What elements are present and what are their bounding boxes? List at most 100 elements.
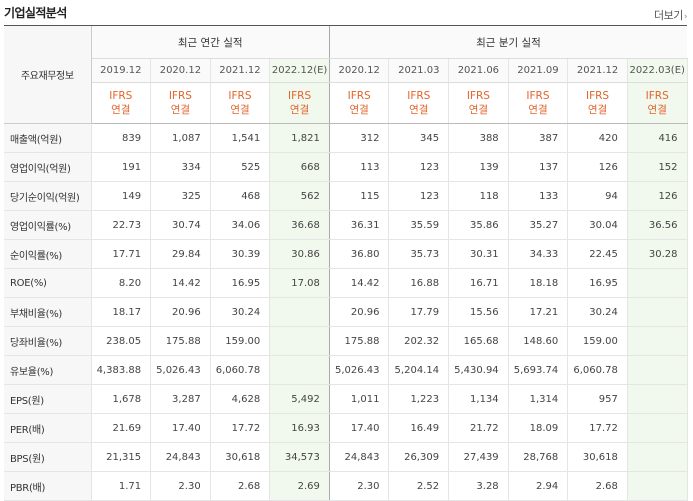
basis-header: IFRS 연결 <box>508 82 569 124</box>
basis-standard: IFRS <box>109 90 133 102</box>
row-label: EPS(원) <box>4 384 92 414</box>
value-cell: 30.04 <box>567 210 628 240</box>
value-cell: 36.80 <box>329 239 390 269</box>
value-cell: 17.40 <box>150 413 211 443</box>
value-cell: 202.32 <box>388 326 450 356</box>
value-cell: 17.72 <box>567 413 628 443</box>
value-cell: 18.18 <box>508 268 569 298</box>
table-row: PER(배) 21.69 17.40 17.72 16.93 17.40 16.49 21.7… <box>4 413 688 443</box>
value-cell: 133 <box>508 181 569 211</box>
value-cell: 16.95 <box>210 268 271 298</box>
value-cell: 6,060.78 <box>210 355 271 385</box>
more-link-label: 더보기 <box>654 9 683 22</box>
basis-header: IFRS 연결 <box>388 82 450 124</box>
value-cell: 26,309 <box>388 442 450 472</box>
value-cell: 1,541 <box>210 123 271 153</box>
basis-scope: 연결 <box>170 104 191 116</box>
row-header-cell: 주요재무정보 <box>4 26 92 124</box>
value-cell: 17.79 <box>388 297 450 327</box>
value-cell: 34.33 <box>508 239 569 269</box>
section-title: 기업실적분석 <box>4 6 67 20</box>
value-cell: 16.95 <box>567 268 628 298</box>
value-cell: 4,628 <box>210 384 271 414</box>
value-cell: 1,223 <box>388 384 450 414</box>
row-label: ROE(%) <box>4 268 92 298</box>
table-row: 당좌비율(%) 238.05 175.88 159.00 175.88 202.32 165… <box>4 326 688 356</box>
table-row: 영업이익(억원) 191 334 525 668 113 123 139 137 126 152 <box>4 152 688 182</box>
value-cell: 6,060.78 <box>567 355 628 385</box>
basis-scope: 연결 <box>289 104 310 116</box>
value-cell: 149 <box>91 181 152 211</box>
value-cell <box>627 471 688 501</box>
value-cell: 468 <box>210 181 271 211</box>
financial-table: 주요재무정보 최근 연간 실적 최근 분기 실적 2019.12 2020.12 2… <box>4 26 688 501</box>
basis-header: IFRS 연결 <box>150 82 211 124</box>
value-cell: 839 <box>91 123 152 153</box>
table-row: PBR(배) 1.71 2.30 2.68 2.69 2.30 2.52 3.28 2.94 2.… <box>4 471 688 501</box>
value-cell: 16.71 <box>448 268 509 298</box>
value-cell: 27,439 <box>448 442 509 472</box>
value-cell: 28,768 <box>508 442 569 472</box>
value-cell: 2.68 <box>567 471 628 501</box>
value-cell: 16.93 <box>269 413 330 443</box>
value-cell: 191 <box>91 152 152 182</box>
value-cell: 123 <box>388 181 450 211</box>
value-cell: 123 <box>388 152 450 182</box>
value-cell: 126 <box>567 152 628 182</box>
basis-scope: 연결 <box>528 104 548 116</box>
basis-scope: 연결 <box>587 104 608 116</box>
value-cell: 1,821 <box>269 123 330 153</box>
value-cell <box>627 297 688 327</box>
value-cell: 17.08 <box>269 268 330 298</box>
row-label: 유보율(%) <box>4 355 92 385</box>
value-cell: 312 <box>329 123 390 153</box>
value-cell: 16.88 <box>388 268 450 298</box>
value-cell <box>627 326 688 356</box>
value-cell: 3,287 <box>150 384 211 414</box>
value-cell: 14.42 <box>329 268 390 298</box>
value-cell: 24,843 <box>150 442 211 472</box>
value-cell: 17.21 <box>508 297 569 327</box>
basis-header: IFRS 연결 <box>210 82 271 124</box>
value-cell: 20.96 <box>150 297 211 327</box>
value-cell: 175.88 <box>150 326 211 356</box>
value-cell: 3.28 <box>448 471 509 501</box>
value-cell: 2.94 <box>508 471 569 501</box>
value-cell <box>269 355 330 385</box>
row-label: 매출액(억원) <box>4 123 92 153</box>
value-cell: 334 <box>150 152 211 182</box>
row-label: 영업이익률(%) <box>4 210 92 240</box>
value-cell: 5,204.14 <box>388 355 450 385</box>
table-row: 당기순이익(억원) 149 325 468 562 115 123 118 133 94 126 <box>4 181 688 211</box>
value-cell: 139 <box>448 152 509 182</box>
table-row: ROE(%) 8.20 14.42 16.95 17.08 14.42 16.88 16.71… <box>4 268 688 298</box>
basis-header: IFRS 연결 <box>567 82 628 124</box>
chevron-right-icon: › <box>683 12 688 22</box>
value-cell: 2.30 <box>150 471 211 501</box>
basis-header: IFRS 연결 <box>269 82 330 124</box>
value-cell: 345 <box>388 123 450 153</box>
value-cell <box>627 442 688 472</box>
row-label: PBR(배) <box>4 471 92 501</box>
value-cell: 21.72 <box>448 413 509 443</box>
value-cell: 35.59 <box>388 210 450 240</box>
value-cell: 34.06 <box>210 210 271 240</box>
table-row: 영업이익률(%) 22.73 30.74 34.06 36.68 36.31 35.59 35… <box>4 210 688 240</box>
period-header: 2021.09 <box>508 58 569 83</box>
period-header: 2021.12 <box>210 58 271 83</box>
value-cell: 115 <box>329 181 390 211</box>
value-cell: 238.05 <box>91 326 152 356</box>
value-cell: 17.71 <box>91 239 152 269</box>
more-link[interactable]: 더보기› <box>654 7 688 23</box>
table-row: 매출액(억원) 839 1,087 1,541 1,821 312 345 388 387 420… <box>4 123 688 153</box>
value-cell: 18.17 <box>91 297 152 327</box>
value-cell: 36.31 <box>329 210 390 240</box>
value-cell: 30,618 <box>210 442 271 472</box>
value-cell: 159.00 <box>567 326 628 356</box>
value-cell: 30.24 <box>210 297 271 327</box>
period-header: 2019.12 <box>91 58 152 83</box>
value-cell: 126 <box>627 181 688 211</box>
basis-standard: IFRS <box>586 90 610 102</box>
value-cell: 14.42 <box>150 268 211 298</box>
basis-scope: 연결 <box>647 104 667 116</box>
